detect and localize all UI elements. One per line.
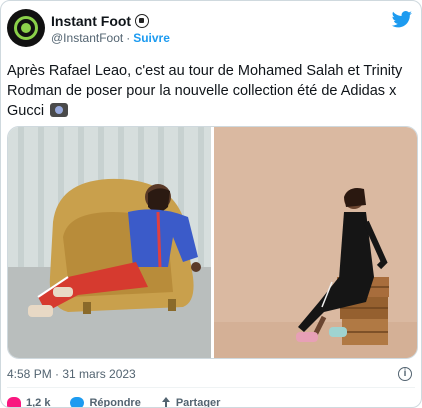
follow-link[interactable]: Suivre (133, 31, 170, 45)
author-handle-row: @InstantFoot · Suivre (51, 31, 170, 45)
handle-separator: · (126, 31, 131, 45)
media-grid[interactable] (7, 126, 418, 359)
share-arrow-icon (161, 397, 171, 407)
share-button[interactable]: Partager (161, 397, 221, 408)
reply-button[interactable]: Répondre (70, 397, 141, 408)
tweet-timestamp[interactable]: 4:58 PM · 31 mars 2023 (7, 367, 136, 381)
like-count: 1,2 k (26, 397, 51, 408)
photo-salah[interactable] (8, 127, 211, 359)
author-display-name[interactable]: Instant Foot (51, 13, 131, 29)
divider (7, 387, 415, 388)
author-handle[interactable]: @InstantFoot (51, 31, 123, 45)
heart-icon (7, 397, 21, 407)
soccer-ball-icon (135, 14, 150, 28)
like-button[interactable]: 1,2 k (7, 397, 51, 408)
tweet-text: Après Rafael Leao, c'est au tour de Moha… (7, 61, 415, 121)
twitter-bird-icon[interactable] (391, 11, 413, 29)
reply-label: Répondre (89, 397, 141, 408)
camera-flash-icon (50, 103, 69, 117)
instant-foot-logo (14, 16, 38, 40)
info-icon[interactable]: i (398, 367, 412, 381)
avatar[interactable] (7, 9, 45, 47)
photo-rodman[interactable] (214, 127, 418, 359)
author-name-row[interactable]: Instant Foot (51, 13, 150, 29)
tweet-card: Instant Foot @InstantFoot · Suivre Après… (0, 0, 422, 408)
share-label: Partager (175, 397, 221, 408)
reply-bubble-icon (70, 397, 85, 407)
action-bar: 1,2 k Répondre Partager (7, 397, 221, 408)
